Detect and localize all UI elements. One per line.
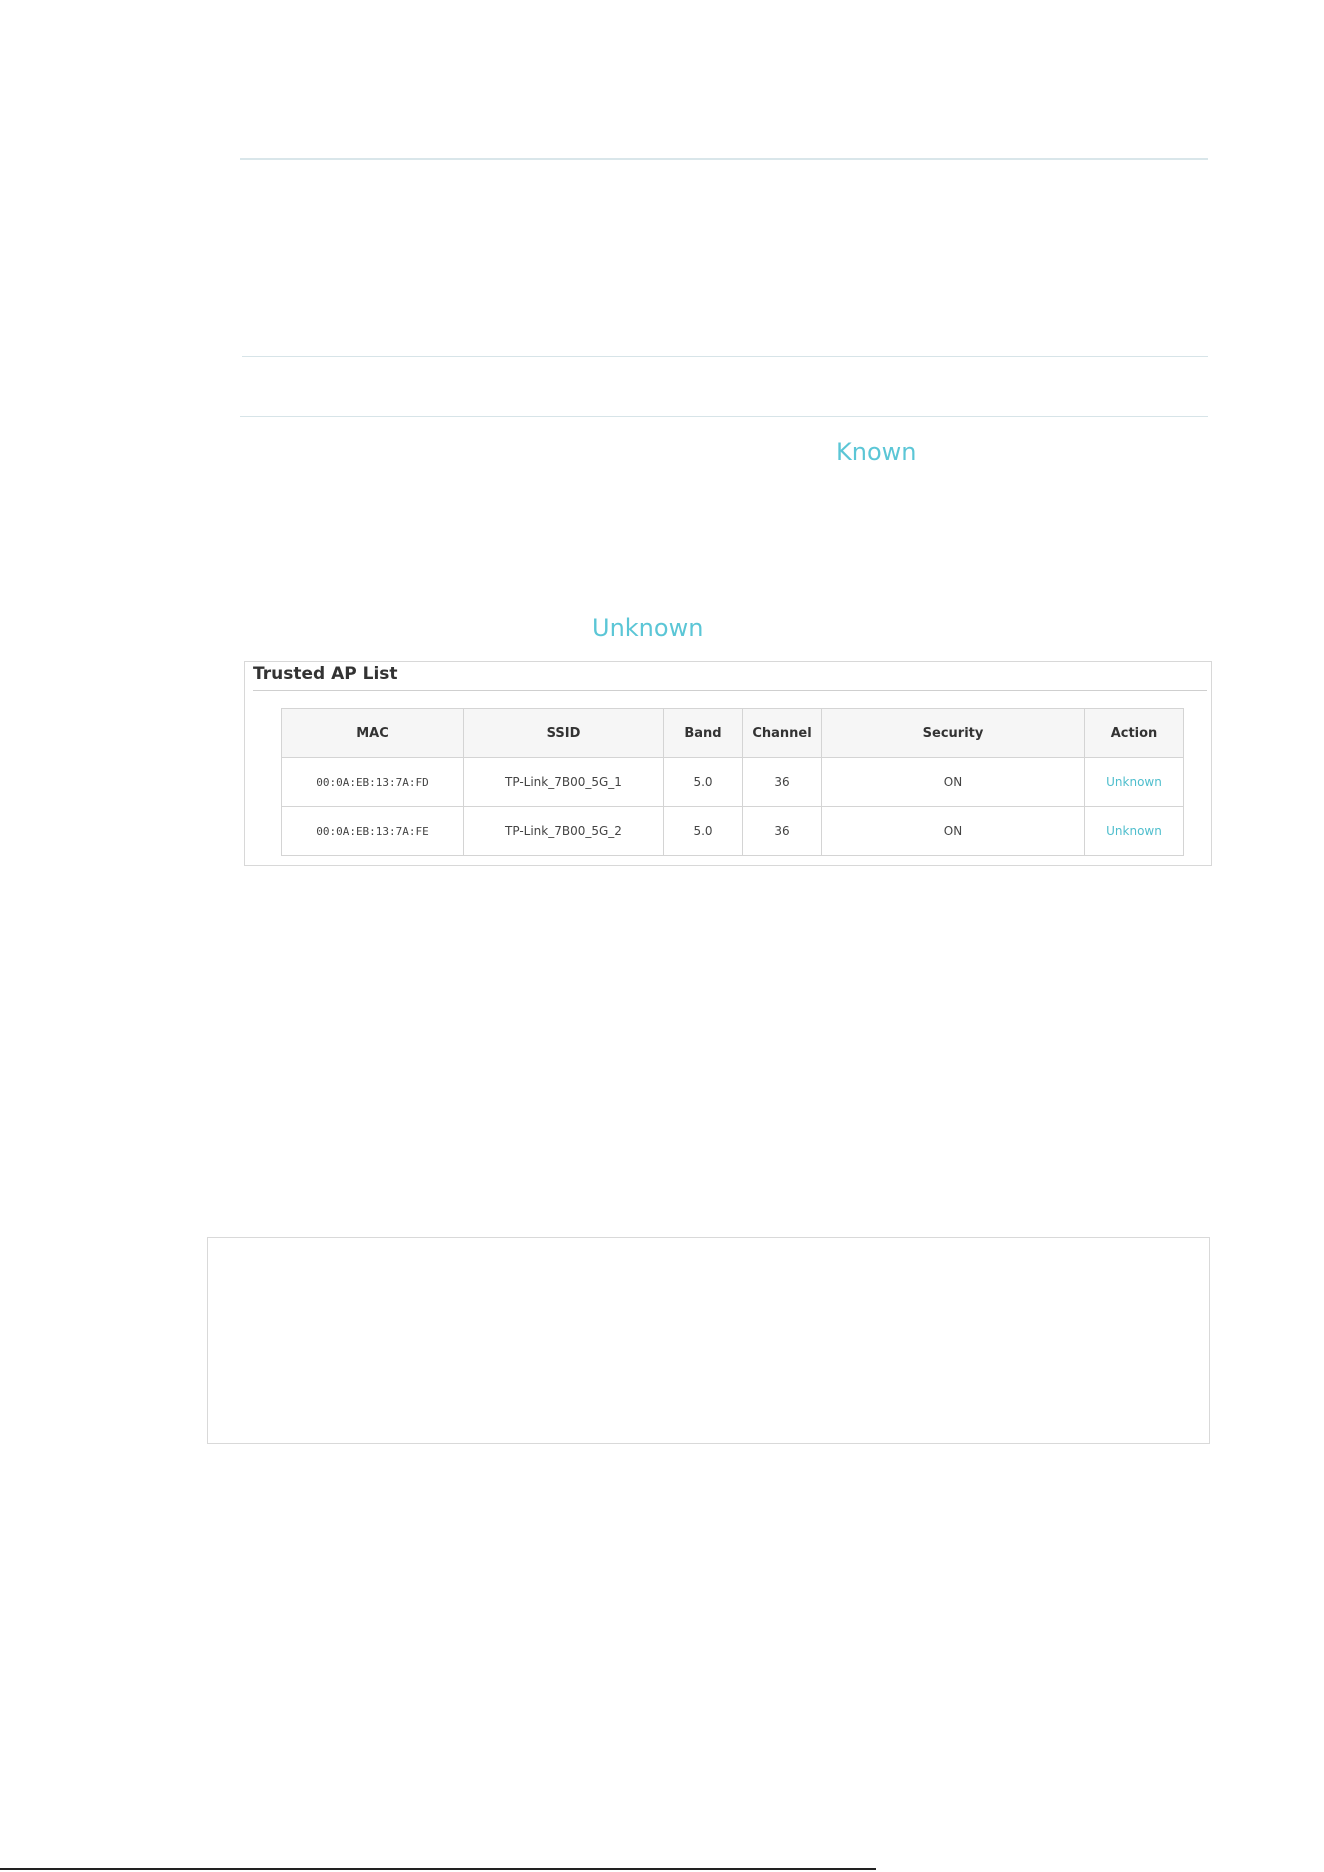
cell-band: 5.0: [663, 757, 743, 807]
panel-title: Trusted AP List: [253, 664, 398, 684]
unknown-action-link[interactable]: Unknown: [1106, 824, 1162, 838]
table-row: 00:0A:EB:13:7A:FE TP-Link_7B00_5G_2 5.0 …: [281, 806, 1184, 856]
cell-security: ON: [821, 757, 1085, 807]
cell-mac: 00:0A:EB:13:7A:FD: [281, 757, 464, 807]
divider-middle: [242, 356, 1208, 357]
panel-title-divider: [253, 690, 1207, 691]
column-header-mac: MAC: [281, 708, 464, 758]
cell-channel: 36: [742, 806, 822, 856]
known-link[interactable]: Known: [836, 438, 916, 466]
trusted-ap-list-panel: Trusted AP List MAC SSID Band Channel Se…: [244, 661, 1212, 866]
column-header-channel: Channel: [742, 708, 822, 758]
cell-ssid: TP-Link_7B00_5G_1: [463, 757, 664, 807]
divider-lower: [240, 416, 1208, 417]
column-header-action: Action: [1084, 708, 1184, 758]
table-header-row: MAC SSID Band Channel Security Action: [281, 708, 1184, 758]
unknown-action-link[interactable]: Unknown: [1106, 775, 1162, 789]
cell-band: 5.0: [663, 806, 743, 856]
column-header-security: Security: [821, 708, 1085, 758]
divider-top: [240, 158, 1208, 160]
unknown-link[interactable]: Unknown: [592, 614, 703, 642]
cell-ssid: TP-Link_7B00_5G_2: [463, 806, 664, 856]
cell-security: ON: [821, 806, 1085, 856]
cell-channel: 36: [742, 757, 822, 807]
table-row: 00:0A:EB:13:7A:FD TP-Link_7B00_5G_1 5.0 …: [281, 757, 1184, 807]
trusted-ap-table: MAC SSID Band Channel Security Action 00…: [281, 708, 1184, 856]
column-header-band: Band: [663, 708, 743, 758]
column-header-ssid: SSID: [463, 708, 664, 758]
footer-rule: [0, 1868, 876, 1870]
cell-mac: 00:0A:EB:13:7A:FE: [281, 806, 464, 856]
empty-note-box: [207, 1237, 1210, 1444]
cell-action: Unknown: [1084, 757, 1184, 807]
cell-action: Unknown: [1084, 806, 1184, 856]
